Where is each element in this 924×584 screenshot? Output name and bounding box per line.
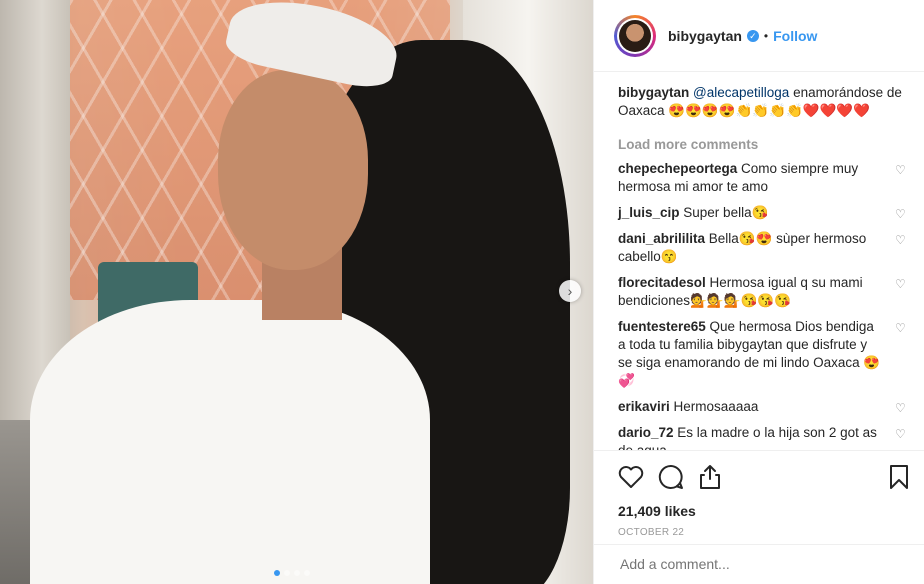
comment: dario_72 Es la madre o la hija son 2 got… xyxy=(618,424,909,450)
post-window: › bibygaytan ✓ • Follow bibygaytan @alec… xyxy=(0,0,924,584)
comment-username[interactable]: florecitadesol xyxy=(618,275,706,290)
post-sidebar: bibygaytan ✓ • Follow bibygaytan @alecap… xyxy=(593,0,924,584)
carousel-dot-active xyxy=(274,570,280,576)
comment-username[interactable]: erikaviri xyxy=(618,399,670,414)
comment-like-icon[interactable]: ♡ xyxy=(895,164,907,176)
comment: florecitadesol Hermosa igual q su mami b… xyxy=(618,274,909,310)
comment: dani_abrililita Bella😘😍 sùper hermoso ca… xyxy=(618,230,909,266)
comment-like-icon[interactable]: ♡ xyxy=(895,402,907,414)
comment: chepechepeortega Como siempre muy hermos… xyxy=(618,160,909,196)
comment-username[interactable]: fuentestere65 xyxy=(618,319,706,334)
comment-like-icon[interactable]: ♡ xyxy=(895,278,907,290)
comment-like-icon[interactable]: ♡ xyxy=(895,234,907,246)
comment: fuentestere65 Que hermosa Dios bendiga a… xyxy=(618,318,909,390)
action-bar: 21,409 likes OCTOBER 22 xyxy=(594,450,924,538)
follow-button[interactable]: Follow xyxy=(773,28,817,44)
avatar[interactable] xyxy=(614,14,656,57)
carousel-dots xyxy=(274,570,310,576)
comment-icon[interactable] xyxy=(658,464,684,495)
comment-username[interactable]: dani_abrililita xyxy=(618,231,705,246)
carousel-dot xyxy=(294,570,300,576)
likes-count[interactable]: 21,409 likes xyxy=(618,503,909,519)
post-date: OCTOBER 22 xyxy=(618,527,685,538)
avatar-ring xyxy=(617,17,653,54)
header-username[interactable]: bibygaytan xyxy=(668,28,742,44)
carousel-dot xyxy=(304,570,310,576)
comment-username[interactable]: dario_72 xyxy=(618,425,674,440)
next-photo-button[interactable]: › xyxy=(559,280,581,302)
caption: bibygaytan @alecapetilloga enamorándose … xyxy=(618,84,909,120)
comment-text: Super bella😘 xyxy=(679,205,769,220)
avatar-image xyxy=(619,19,651,52)
comment-username[interactable]: chepechepeortega xyxy=(618,161,737,176)
verified-badge-icon: ✓ xyxy=(746,29,759,42)
comment-like-icon[interactable]: ♡ xyxy=(895,322,907,334)
post-header: bibygaytan ✓ • Follow xyxy=(594,0,924,72)
post-photo[interactable]: › xyxy=(0,0,593,584)
caption-username[interactable]: bibygaytan xyxy=(618,85,689,100)
face xyxy=(218,70,368,270)
share-icon[interactable] xyxy=(698,464,722,495)
add-comment-bar xyxy=(594,544,924,584)
carousel-dot xyxy=(284,570,290,576)
comment-username[interactable]: j_luis_cip xyxy=(618,205,680,220)
comment-like-icon[interactable]: ♡ xyxy=(895,428,907,440)
caption-mention[interactable]: @alecapetilloga xyxy=(693,85,789,100)
comment-like-icon[interactable]: ♡ xyxy=(895,208,907,220)
heart-icon[interactable] xyxy=(618,465,644,494)
comment-text: Hermosaaaaa xyxy=(669,399,759,414)
action-icons xyxy=(618,459,909,499)
comment: j_luis_cip Super bella😘 ♡ xyxy=(618,204,909,222)
chevron-right-icon: › xyxy=(567,283,573,299)
separator-dot: • xyxy=(763,28,769,43)
load-more-comments-button[interactable]: Load more comments xyxy=(618,136,909,154)
comments-list[interactable]: bibygaytan @alecapetilloga enamorándose … xyxy=(594,72,924,450)
white-shirt xyxy=(30,300,430,584)
add-comment-input[interactable] xyxy=(618,555,882,573)
comment: erikaviri Hermosaaaaa ♡ xyxy=(618,398,909,416)
bookmark-icon[interactable] xyxy=(889,464,909,495)
